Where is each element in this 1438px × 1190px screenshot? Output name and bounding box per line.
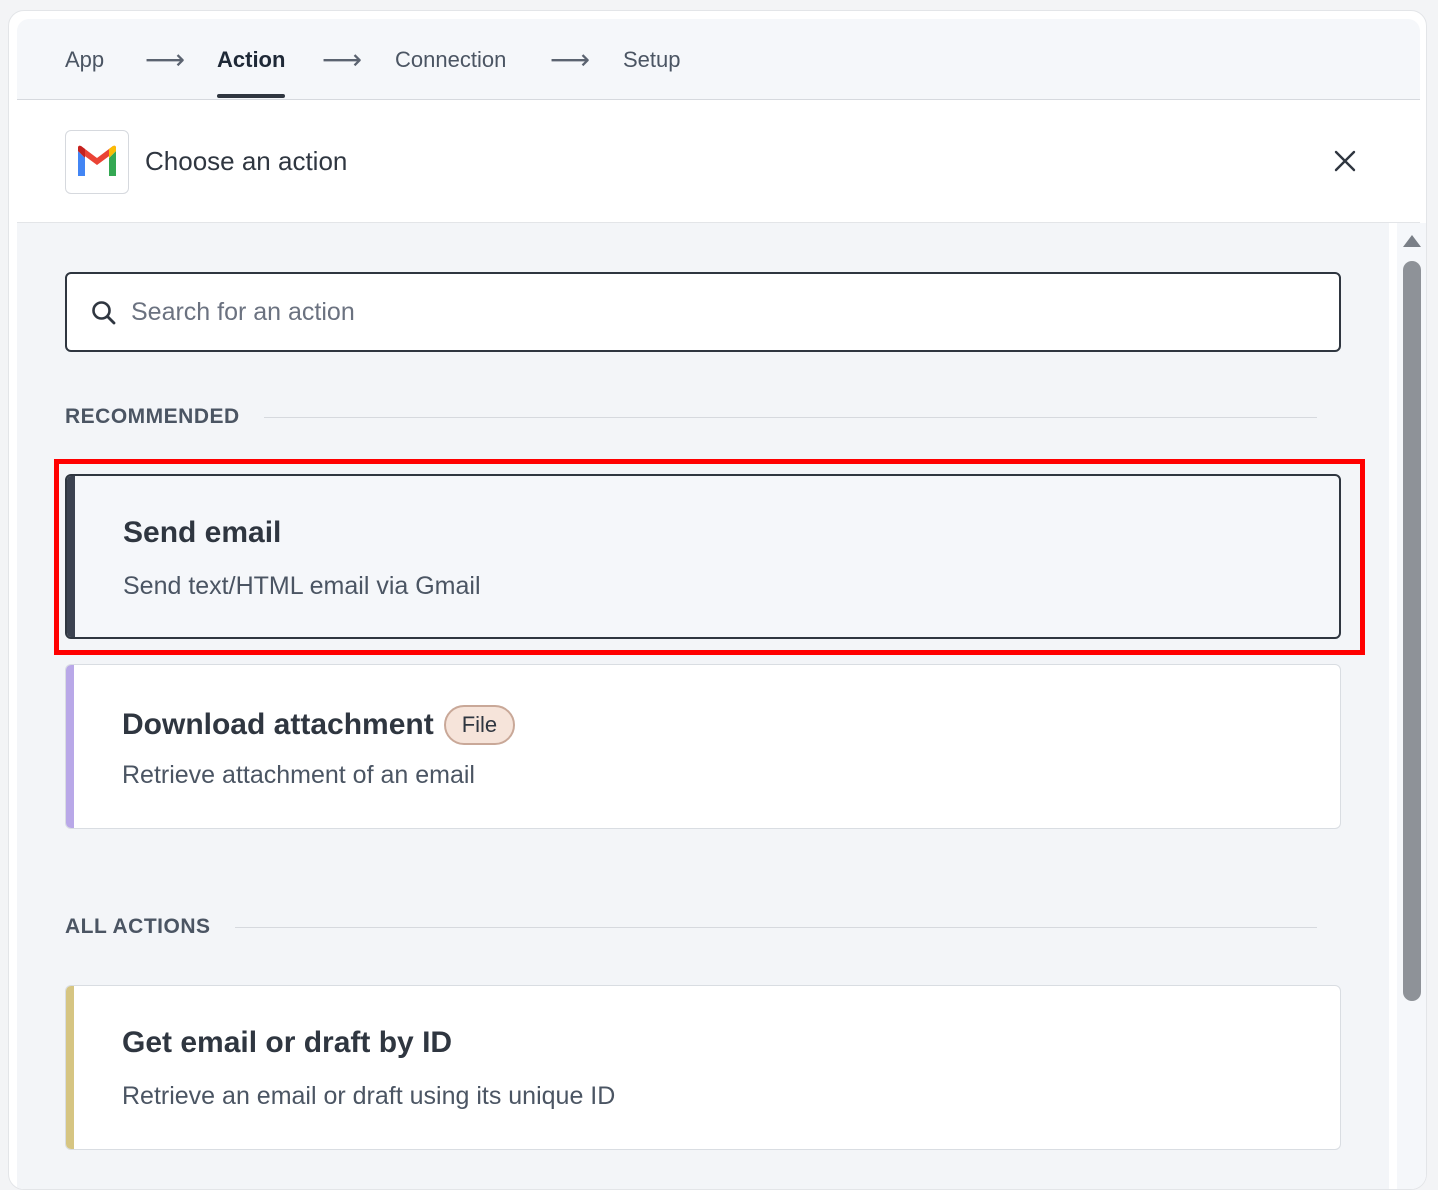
step-arrow-icon: ⟶ (322, 44, 363, 75)
step-connection[interactable]: Connection (395, 47, 506, 98)
action-name-text: Get email or draft by ID (122, 1026, 453, 1059)
action-name-text: Send email (123, 516, 282, 549)
dialog-header: Choose an action (17, 101, 1420, 223)
action-list-panel: RECOMMENDED Send email Send text/HTML em… (17, 223, 1389, 1189)
dialog-title: Choose an action (145, 146, 348, 176)
search-input[interactable] (131, 284, 1321, 340)
section-label: RECOMMENDED (65, 405, 240, 428)
action-description: Retrieve attachment of an email (122, 761, 475, 789)
section-all-actions: ALL ACTIONS (65, 915, 1317, 939)
file-badge: File (443, 705, 516, 745)
action-name: Get email or draft by ID (122, 1026, 452, 1060)
section-recommended: RECOMMENDED (65, 405, 1317, 429)
action-name-text: Download attachment (122, 708, 434, 741)
action-card-download-attachment[interactable]: Download attachment File Retrieve attach… (65, 664, 1341, 829)
search-icon (92, 301, 116, 325)
action-name: Download attachment File (122, 705, 516, 745)
card-accent-bar (66, 986, 74, 1149)
action-description: Retrieve an email or draft using its uni… (122, 1082, 616, 1110)
action-name: Send email (123, 516, 281, 550)
scroll-up-arrow-icon[interactable] (1403, 235, 1421, 247)
section-label: ALL ACTIONS (65, 915, 211, 938)
step-action[interactable]: Action (217, 47, 286, 98)
card-accent-bar (67, 476, 75, 637)
action-card-get-email-or-draft[interactable]: Get email or draft by ID Retrieve an ema… (65, 985, 1341, 1150)
action-picker-dialog: App ⟶ Action ⟶ Connection ⟶ Setup Choose… (8, 10, 1427, 1190)
step-navigation: App ⟶ Action ⟶ Connection ⟶ Setup (17, 19, 1420, 100)
close-icon[interactable] (1329, 145, 1361, 177)
search-box (65, 272, 1341, 352)
card-accent-bar (66, 665, 74, 828)
step-arrow-icon: ⟶ (550, 44, 591, 75)
scrollbar[interactable] (1397, 223, 1426, 1189)
action-card-send-email[interactable]: Send email Send text/HTML email via Gmai… (65, 474, 1341, 639)
action-description: Send text/HTML email via Gmail (123, 572, 481, 600)
divider (234, 926, 1317, 928)
step-arrow-icon: ⟶ (145, 44, 186, 75)
scrollbar-thumb[interactable] (1403, 261, 1421, 1001)
gmail-logo-icon (65, 130, 129, 194)
divider (263, 416, 1317, 418)
step-app[interactable]: App (65, 47, 104, 98)
step-setup[interactable]: Setup (623, 47, 681, 98)
